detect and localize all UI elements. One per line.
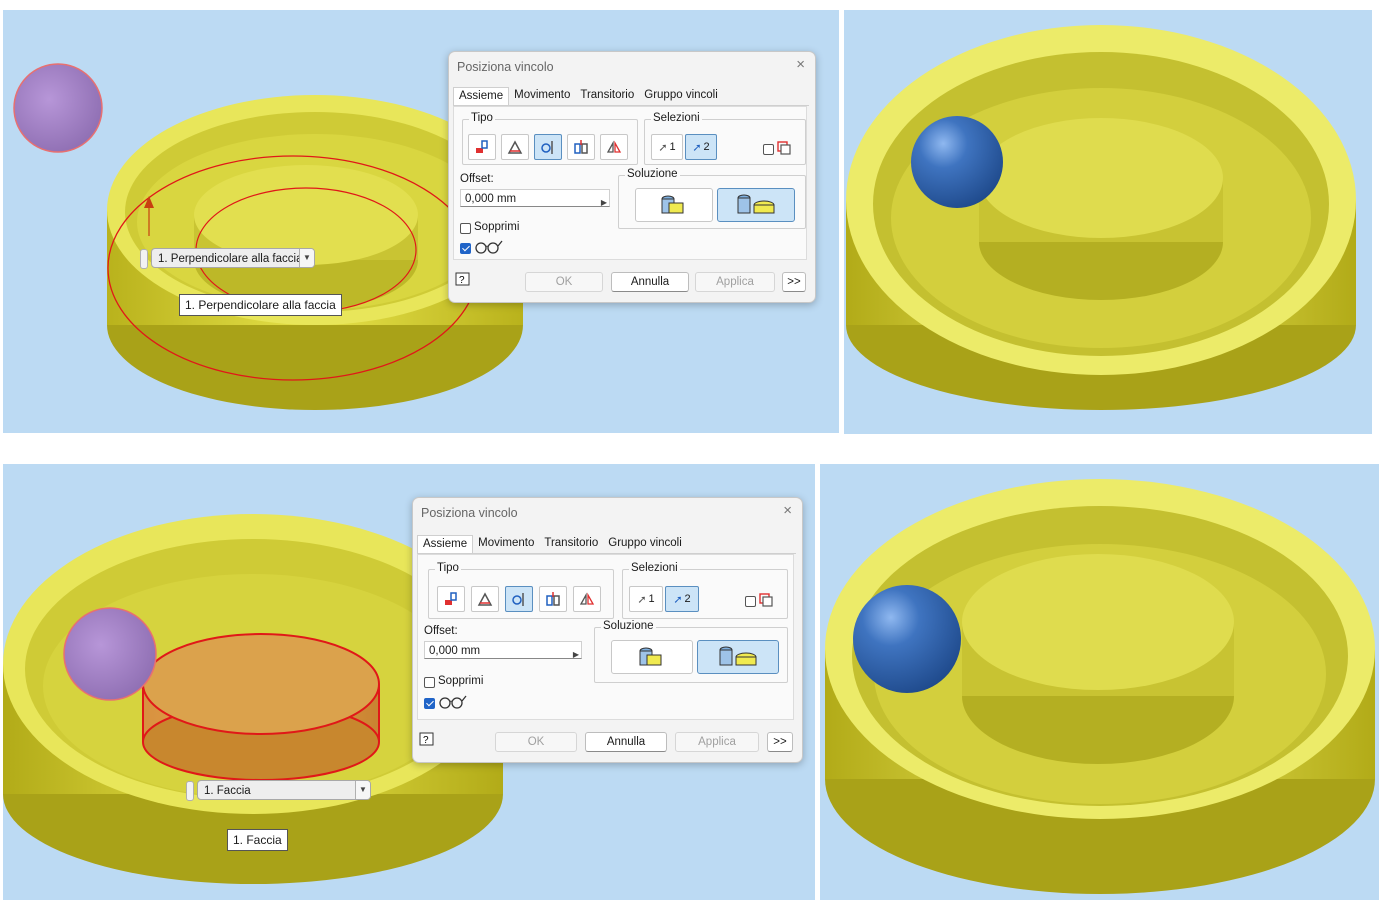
glasses-icon <box>438 693 470 712</box>
tab-assieme[interactable]: Assieme <box>417 535 474 553</box>
place-constraint-dialog: Posiziona vincolo × Assieme Movimento Tr… <box>412 497 803 763</box>
insert-icon[interactable] <box>539 586 567 612</box>
offset-label: Offset: <box>424 625 458 637</box>
dialog-title: Posiziona vincolo <box>421 506 518 520</box>
tipo-group: Tipo <box>462 112 638 165</box>
sopprimi-checkbox[interactable] <box>424 677 435 688</box>
help-icon[interactable]: ? <box>455 272 471 291</box>
offset-label: Offset: <box>460 173 494 185</box>
selezioni-group: Selezioni ➚ 1 ➚ 2 <box>622 562 788 619</box>
ok-button[interactable]: OK <box>495 732 577 752</box>
offset-value: 0,000 mm <box>429 645 481 657</box>
first-selection-icon <box>759 593 773 610</box>
more-button[interactable]: >> <box>782 272 806 292</box>
tab-assieme[interactable]: Assieme <box>453 87 510 105</box>
offset-value: 0,000 mm <box>465 193 517 205</box>
sopprimi-checkbox[interactable] <box>460 223 471 234</box>
play-arrow-icon[interactable]: ▶ <box>573 646 579 664</box>
preview-checkbox[interactable] <box>460 243 471 254</box>
selection-2-label: 2 <box>684 593 691 605</box>
tab-movimento[interactable]: Movimento <box>473 535 539 553</box>
soluzione-group: Soluzione <box>594 620 788 683</box>
selezioni-group: Selezioni ➚ 1 ➚ 2 <box>644 112 806 165</box>
ok-button[interactable]: OK <box>525 272 603 292</box>
place-constraint-dialog: Posiziona vincolo × Assieme Movimento Tr… <box>448 51 816 303</box>
selezioni-label: Selezioni <box>651 112 702 124</box>
drag-grip[interactable] <box>186 781 194 801</box>
soluzione-label: Soluzione <box>601 620 656 632</box>
insert-icon[interactable] <box>567 134 595 160</box>
applica-button[interactable]: Applica <box>695 272 775 292</box>
symmetry-icon[interactable] <box>573 586 601 612</box>
more-button[interactable]: >> <box>767 732 793 752</box>
viewport-top-right[interactable] <box>844 10 1372 434</box>
selection-tooltip: 1. Perpendicolare alla faccia <box>179 294 342 316</box>
assieme-tab-content: Tipo Selezioni ➚ 1 ➚ 2 Offset: 0,000 mm ▶ S… <box>453 106 807 260</box>
sopprimi-label: Sopprimi <box>474 221 520 233</box>
selection-2-label: 2 <box>703 141 710 153</box>
preview-checkbox[interactable] <box>424 698 435 709</box>
svg-text:?: ? <box>459 275 465 286</box>
chevron-down-icon[interactable]: ▼ <box>299 249 314 267</box>
assieme-tab-content: Tipo Selezioni ➚ 1 ➚ 2 Offset: 0,000 mm ▶ S… <box>417 554 794 720</box>
sopprimi-label: Sopprimi <box>438 675 484 687</box>
angle-icon[interactable] <box>471 586 499 612</box>
selection-combo-text: 1. Perpendicolare alla faccia <box>158 253 303 265</box>
close-icon[interactable]: × <box>796 56 805 73</box>
inside-solution-button[interactable] <box>635 188 713 222</box>
scene-tangent-result-1 <box>846 25 1356 410</box>
scene-tangent-result-2 <box>825 479 1375 894</box>
soluzione-group: Soluzione <box>618 168 806 229</box>
tipo-group: Tipo <box>428 562 614 619</box>
drag-grip[interactable] <box>140 249 148 269</box>
tab-bar: Assieme Movimento Transitorio Gruppo vin… <box>417 535 796 554</box>
selection-1-label: 1 <box>648 593 655 605</box>
first-selection-checkbox[interactable] <box>763 144 774 155</box>
selection-2-button[interactable]: ➚ 2 <box>685 134 717 160</box>
tangent-icon[interactable] <box>505 586 533 612</box>
symmetry-icon[interactable] <box>600 134 628 160</box>
tab-bar: Assieme Movimento Transitorio Gruppo vin… <box>453 87 809 106</box>
selection-combo-text: 1. Faccia <box>204 785 251 797</box>
outside-solution-button[interactable] <box>717 188 795 222</box>
help-icon[interactable]: ? <box>419 732 435 751</box>
applica-button[interactable]: Applica <box>675 732 759 752</box>
selection-tooltip: 1. Faccia <box>227 829 288 851</box>
first-selection-icon <box>777 141 791 158</box>
selection-1-label: 1 <box>669 141 676 153</box>
tab-transitorio[interactable]: Transitorio <box>575 87 639 105</box>
outside-solution-button[interactable] <box>697 640 779 674</box>
viewport-bottom-right[interactable] <box>820 464 1379 900</box>
soluzione-label: Soluzione <box>625 168 680 180</box>
close-icon[interactable]: × <box>783 502 792 519</box>
dialog-title: Posiziona vincolo <box>457 60 554 74</box>
mate-icon[interactable] <box>468 134 496 160</box>
annulla-button[interactable]: Annulla <box>611 272 689 292</box>
selection-combo[interactable]: 1. Perpendicolare alla faccia ▼ <box>140 248 315 269</box>
play-arrow-icon[interactable]: ▶ <box>601 194 607 212</box>
tipo-label: Tipo <box>435 562 461 574</box>
tipo-label: Tipo <box>469 112 495 124</box>
glasses-icon <box>474 238 506 257</box>
tangent-icon[interactable] <box>534 134 562 160</box>
tab-gruppo-vincoli[interactable]: Gruppo vincoli <box>639 87 723 105</box>
mate-icon[interactable] <box>437 586 465 612</box>
first-selection-checkbox[interactable] <box>745 596 756 607</box>
selection-1-button[interactable]: ➚ 1 <box>629 586 663 612</box>
svg-text:?: ? <box>423 735 429 746</box>
tab-movimento[interactable]: Movimento <box>509 87 575 105</box>
annulla-button[interactable]: Annulla <box>585 732 667 752</box>
selection-combo[interactable]: 1. Faccia ▼ <box>186 780 371 801</box>
selezioni-label: Selezioni <box>629 562 680 574</box>
angle-icon[interactable] <box>501 134 529 160</box>
inside-solution-button[interactable] <box>611 640 693 674</box>
chevron-down-icon[interactable]: ▼ <box>355 781 370 799</box>
tab-transitorio[interactable]: Transitorio <box>539 535 603 553</box>
tab-gruppo-vincoli[interactable]: Gruppo vincoli <box>603 535 687 553</box>
offset-input[interactable]: 0,000 mm ▶ <box>460 189 610 207</box>
offset-input[interactable]: 0,000 mm ▶ <box>424 641 582 659</box>
selection-2-button[interactable]: ➚ 2 <box>665 586 699 612</box>
selection-1-button[interactable]: ➚ 1 <box>651 134 683 160</box>
